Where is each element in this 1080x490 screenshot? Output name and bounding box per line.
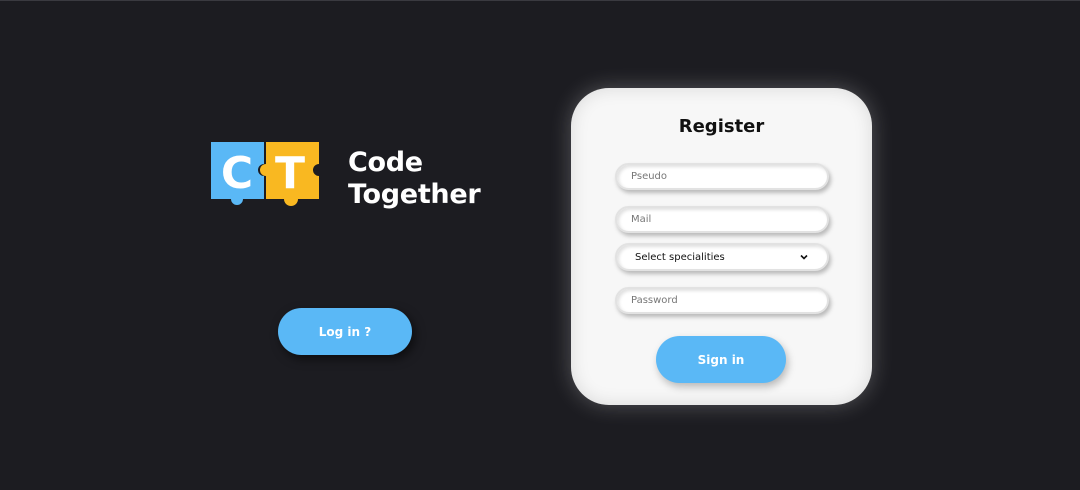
page: C T Code Together Log in ? Register Sele… [0,0,1080,490]
sign-in-button[interactable]: Sign in [656,336,786,383]
register-title: Register [678,116,765,137]
register-card: Register Select specialities Sign in [571,88,872,405]
specialities-select-value: Select specialities [635,251,725,263]
mail-input[interactable] [615,206,829,233]
brand-name-line2: Together [348,179,481,210]
logo-letter-t: T [275,148,305,199]
password-input[interactable] [615,287,829,314]
brand-name-line1: Code [348,147,423,178]
specialities-select[interactable]: Select specialities [615,243,829,271]
brand-name: Code Together [348,147,481,211]
code-together-logo: C T [211,142,319,206]
pseudo-input[interactable] [615,163,829,190]
chevron-down-icon [800,254,808,260]
login-button[interactable]: Log in ? [278,308,412,355]
logo-letter-c: C [221,148,253,199]
